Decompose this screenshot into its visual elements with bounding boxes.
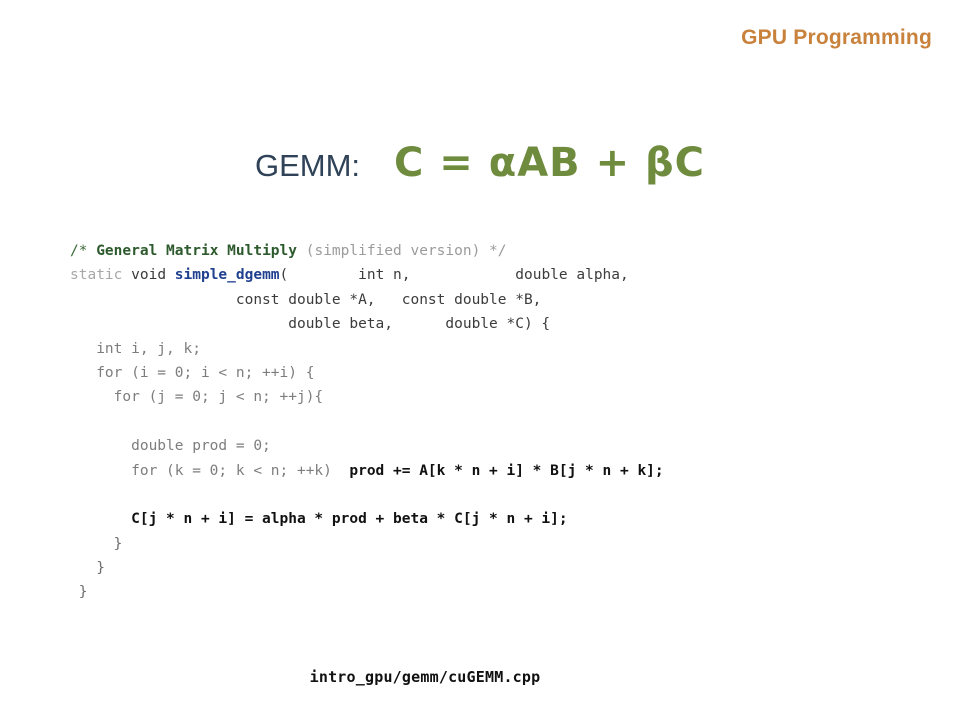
code-token: (simplified version) */ <box>297 243 507 259</box>
code-token: } <box>70 584 88 601</box>
code-line: for (i = 0; i < n; ++i) { <box>70 361 664 385</box>
code-line: C[j * n + i] = alpha * prod + beta * C[j… <box>70 507 664 531</box>
code-line: double prod = 0; <box>70 434 664 458</box>
code-token: } <box>70 535 123 552</box>
code-line: double beta, double *C) { <box>70 312 664 336</box>
code-token: C[j * n + i] = alpha * prod + beta * C[j… <box>131 511 568 528</box>
page-title: GPU Programming <box>741 26 932 49</box>
code-line: static void simple_dgemm( int n, double … <box>70 263 664 287</box>
code-token: double beta, double *C) { <box>70 316 551 333</box>
slide-heading: GEMM: C = αAB + βC <box>0 140 960 186</box>
slide-header: GPU Programming <box>741 26 932 50</box>
code-token: const double *A, const double *B, <box>70 291 542 308</box>
code-token: for (i = 0; i < n; ++i) { <box>70 364 315 381</box>
code-token: ( int n, double alpha, <box>279 267 629 284</box>
code-token: void <box>131 267 167 284</box>
slide-canvas: { "slide": { "header_title": "GPU Progra… <box>0 0 960 720</box>
code-token: for (k = 0; k < n; ++k) <box>70 462 350 479</box>
code-line: } <box>70 532 664 556</box>
code-token: /* <box>70 243 97 259</box>
footer: intro_gpu/gemm/cuGEMM.cpp <box>0 668 960 687</box>
code-token: General Matrix Multiply <box>96 243 297 259</box>
heading-equation: C = αAB + βC <box>394 140 706 186</box>
code-line: const double *A, const double *B, <box>70 288 664 312</box>
code-line: /* General Matrix Multiply (simplified v… <box>70 239 664 263</box>
code-token: static <box>70 267 123 284</box>
code-token: simple_dgemm <box>174 267 280 284</box>
code-block: /* General Matrix Multiply (simplified v… <box>70 239 664 605</box>
heading-label: GEMM: <box>254 148 361 183</box>
code-token: } <box>70 560 105 577</box>
code-token: double prod = 0; <box>70 438 271 455</box>
source-file-path: intro_gpu/gemm/cuGEMM.cpp <box>309 668 541 686</box>
code-line: } <box>70 580 664 604</box>
code-token: for (j = 0; j < n; ++j){ <box>70 389 324 406</box>
code-token: prod += A[k * n + i] * B[j * n + k]; <box>349 462 664 479</box>
code-line: for (k = 0; k < n; ++k) prod += A[k * n … <box>70 459 664 483</box>
code-line: for (j = 0; j < n; ++j){ <box>70 385 664 409</box>
code-line: int i, j, k; <box>70 337 664 361</box>
code-line: } <box>70 556 664 580</box>
code-token: int i, j, k; <box>70 340 201 357</box>
